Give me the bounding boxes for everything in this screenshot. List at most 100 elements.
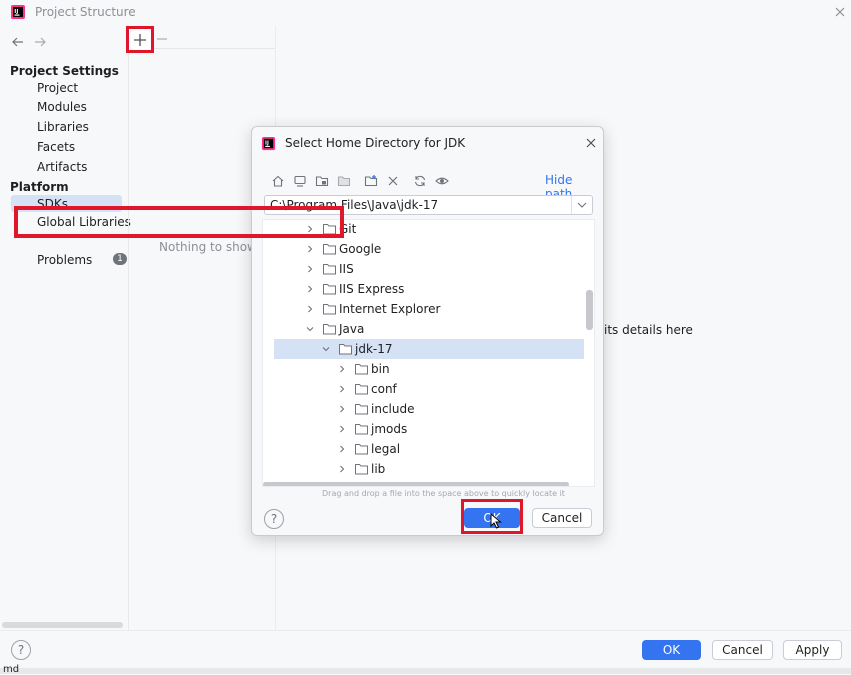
folder-icon (355, 384, 368, 395)
horizontal-scrollbar[interactable] (263, 482, 569, 486)
dialog-help-button[interactable]: ? (264, 509, 284, 529)
tree-row-label: IIS (339, 262, 354, 276)
tree-row[interactable]: lib (263, 460, 594, 480)
title-bar: IJ Project Structure (0, 0, 851, 26)
folder-icon (323, 244, 336, 255)
background-window-text: md (3, 664, 20, 675)
cancel-button[interactable]: Cancel (712, 640, 773, 660)
tree-row[interactable]: Java (263, 320, 594, 340)
intellij-logo-icon: IJ (10, 4, 26, 20)
desktop-icon[interactable] (293, 174, 307, 188)
select-jdk-dialog: IJ Select Home Directory for JDK Hide pa… (251, 126, 604, 536)
window-title: Project Structure (35, 5, 136, 19)
folder-icon (323, 304, 336, 315)
horizontal-scrollbar[interactable] (2, 622, 123, 628)
chevron-right-icon[interactable] (337, 384, 347, 394)
show-hidden-files-icon[interactable] (435, 174, 449, 188)
vertical-scrollbar[interactable] (586, 290, 593, 330)
tree-row[interactable]: Internet Explorer (263, 300, 594, 320)
chevron-right-icon[interactable] (305, 284, 315, 294)
jdk-17-highlight-box (14, 206, 344, 238)
tree-row-label: include (371, 402, 415, 416)
tree-row[interactable]: IIS Express (263, 280, 594, 300)
refresh-icon[interactable] (413, 174, 427, 188)
tree-row[interactable]: jmods (263, 420, 594, 440)
folder-icon (323, 284, 336, 295)
apply-button[interactable]: Apply (783, 640, 842, 660)
chevron-down-icon (577, 202, 587, 208)
divider (0, 630, 851, 631)
dialog-cancel-button[interactable]: Cancel (532, 508, 592, 528)
tree-row[interactable]: conf (263, 380, 594, 400)
tree-row[interactable]: legal (263, 440, 594, 460)
tree-row[interactable]: IIS (263, 260, 594, 280)
tree-row-label: conf (371, 382, 397, 396)
minus-icon (157, 38, 167, 40)
sidebar-item-modules[interactable]: Modules (37, 100, 87, 114)
problems-count-badge: 1 (113, 253, 127, 265)
folder-icon (355, 364, 368, 375)
tree-row-label: Internet Explorer (339, 302, 441, 316)
chevron-right-icon[interactable] (337, 404, 347, 414)
remove-sdk-button[interactable] (156, 33, 168, 45)
tree-row-label: legal (371, 442, 401, 456)
tree-row-label: bin (371, 362, 390, 376)
module-folder-icon[interactable] (337, 174, 351, 188)
tree-row[interactable]: bin (263, 360, 594, 380)
chevron-right-icon[interactable] (305, 264, 315, 274)
add-sdk-button[interactable] (126, 26, 154, 53)
new-folder-icon[interactable] (364, 174, 378, 188)
folder-icon (323, 324, 336, 335)
tree-row-label: lib (371, 462, 386, 476)
sidebar-item-problems[interactable]: Problems (37, 253, 92, 267)
tree-row-label: jmods (371, 422, 408, 436)
close-window-icon[interactable] (832, 4, 848, 20)
ok-button[interactable]: OK (642, 640, 701, 660)
plus-icon (134, 33, 146, 46)
tree-row[interactable]: jdk-17 (263, 340, 594, 360)
sidebar-item-libraries[interactable]: Libraries (37, 120, 89, 134)
empty-list-text: Nothing to show (159, 240, 257, 254)
path-history-dropdown[interactable] (571, 196, 592, 214)
folder-icon (355, 404, 368, 415)
chevron-right-icon[interactable] (337, 464, 347, 474)
background-window-strip (0, 668, 851, 674)
chevron-right-icon[interactable] (337, 444, 347, 454)
drag-drop-hint: Drag and drop a file into the space abov… (322, 489, 565, 498)
chevron-down-icon[interactable] (321, 344, 331, 354)
project-settings-header: Project Settings (10, 64, 119, 78)
folder-icon (323, 264, 336, 275)
divider (128, 26, 129, 630)
chevron-right-icon[interactable] (305, 304, 315, 314)
tree-row[interactable]: Google (263, 240, 594, 260)
intellij-logo-icon: IJ (261, 136, 276, 151)
tree-row-label: Java (339, 322, 365, 336)
mouse-cursor-icon (490, 513, 502, 529)
tree-row[interactable]: include (263, 400, 594, 420)
project-folder-icon[interactable] (315, 174, 329, 188)
chevron-right-icon[interactable] (337, 364, 347, 374)
svg-text:IJ: IJ (14, 9, 18, 15)
dialog-title: Select Home Directory for JDK (285, 136, 466, 150)
svg-text:IJ: IJ (265, 140, 269, 146)
delete-icon[interactable] (386, 174, 400, 188)
folder-icon (355, 464, 368, 475)
folder-icon (355, 424, 368, 435)
sidebar-item-facets[interactable]: Facets (37, 140, 75, 154)
chevron-right-icon[interactable] (305, 244, 315, 254)
file-tree[interactable]: Git Google IIS IIS Express Internet Explorer… (262, 219, 595, 487)
home-icon[interactable] (271, 174, 285, 188)
tree-row-label: Google (339, 242, 382, 256)
sidebar-item-project[interactable]: Project (37, 81, 78, 95)
folder-icon (355, 444, 368, 455)
sidebar: Project Settings Project Modules Librari… (0, 26, 128, 630)
help-button[interactable]: ? (11, 640, 31, 660)
sidebar-item-artifacts[interactable]: Artifacts (37, 160, 87, 174)
folder-icon (339, 344, 352, 355)
close-dialog-icon[interactable] (585, 137, 597, 149)
details-placeholder-text: its details here (604, 323, 693, 337)
tree-row-label: jdk-17 (355, 342, 393, 356)
tree-row-label: IIS Express (339, 282, 405, 296)
chevron-down-icon[interactable] (305, 324, 315, 334)
chevron-right-icon[interactable] (337, 424, 347, 434)
